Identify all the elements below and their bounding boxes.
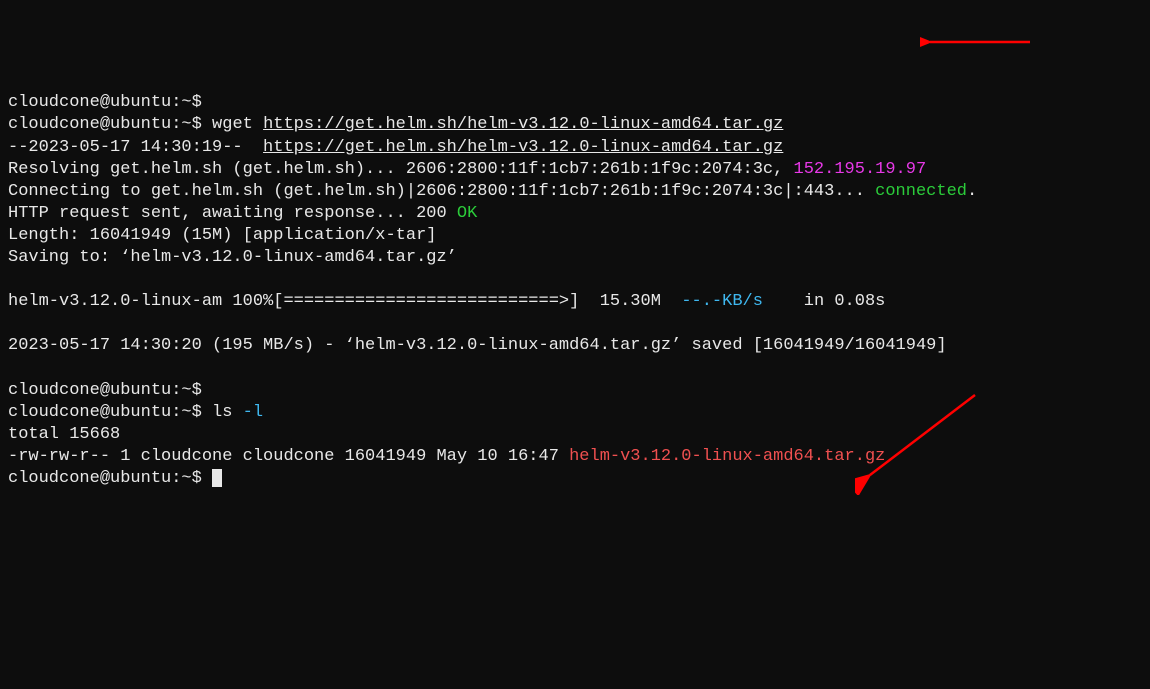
file-perms: -rw-rw-r-- 1 cloudcone cloudcone 1604194… (8, 447, 569, 466)
ls-flag: -l (243, 403, 263, 422)
dot: . (967, 182, 977, 201)
prompt: cloudcone@ubuntu:~$ (8, 115, 202, 134)
filename: helm-v3.12.0-linux-amd64.tar.gz (569, 447, 885, 466)
ip-address: 152.195.19.97 (794, 160, 927, 179)
wget-url: https://get.helm.sh/helm-v3.12.0-linux-a… (263, 115, 783, 134)
connecting-line: Connecting to get.helm.sh (get.helm.sh)|… (8, 182, 875, 201)
prompt: cloudcone@ubuntu:~$ (8, 93, 202, 112)
resolved-url: https://get.helm.sh/helm-v3.12.0-linux-a… (263, 138, 783, 157)
saved-line: 2023-05-17 14:30:20 (195 MB/s) - ‘helm-v… (8, 336, 947, 355)
progress-speed: --.-KB/s (681, 292, 763, 311)
wget-cmd: wget (212, 115, 253, 134)
terminal-output[interactable]: cloudcone@ubuntu:~$ cloudcone@ubuntu:~$ … (8, 92, 1142, 490)
connected-status: connected (875, 182, 967, 201)
prompt: cloudcone@ubuntu:~$ (8, 469, 202, 488)
ls-cmd: ls (212, 403, 243, 422)
progress-bar: helm-v3.12.0-linux-am 100%[=============… (8, 292, 681, 311)
resolving-line: Resolving get.helm.sh (get.helm.sh)... 2… (8, 160, 794, 179)
progress-time: in 0.08s (763, 292, 885, 311)
saving-line: Saving to: ‘helm-v3.12.0-linux-amd64.tar… (8, 248, 457, 267)
annotation-arrow-icon (920, 30, 1040, 54)
timestamp: --2023-05-17 14:30:19-- (8, 138, 263, 157)
total-line: total 15668 (8, 425, 120, 444)
ok-status: OK (457, 204, 477, 223)
prompt: cloudcone@ubuntu:~$ (8, 403, 202, 422)
http-request: HTTP request sent, awaiting response... … (8, 204, 457, 223)
prompt: cloudcone@ubuntu:~$ (8, 381, 202, 400)
length-line: Length: 16041949 (15M) [application/x-ta… (8, 226, 436, 245)
cursor (212, 469, 222, 487)
